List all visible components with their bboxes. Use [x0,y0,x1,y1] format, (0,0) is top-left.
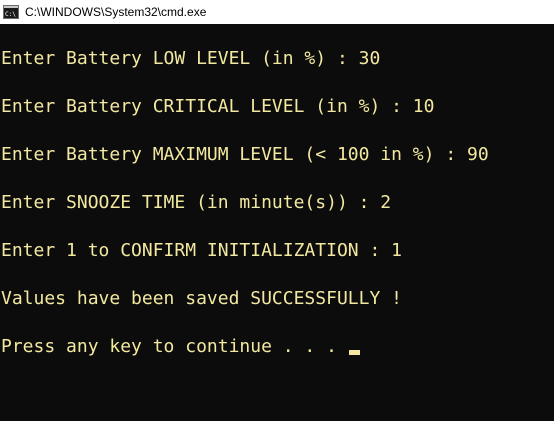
console-output[interactable]: Enter Battery LOW LEVEL (in %) : 30 Ente… [0,24,554,421]
title-bar[interactable]: C:\ C:\WINDOWS\System32\cmd.exe [0,0,554,24]
prompt-text: Press any key to continue . . . [1,336,348,357]
cmd-console-icon: C:\ [3,5,19,19]
console-line-prompt: Press any key to continue . . . [1,336,360,358]
console-line-low-level: Enter Battery LOW LEVEL (in %) : 30 [1,48,381,69]
console-line-critical-level: Enter Battery CRITICAL LEVEL (in %) : 10 [1,96,435,117]
window-title: C:\WINDOWS\System32\cmd.exe [25,5,207,19]
cmd-window: C:\ C:\WINDOWS\System32\cmd.exe Enter Ba… [0,0,554,421]
console-line-snooze-time: Enter SNOOZE TIME (in minute(s)) : 2 [1,192,392,213]
svg-text:C:\: C:\ [5,11,16,18]
text-cursor [348,350,360,355]
console-line-confirm-init: Enter 1 to CONFIRM INITIALIZATION : 1 [1,240,402,261]
console-line-saved-message: Values have been saved SUCCESSFULLY ! [1,288,402,309]
console-line-maximum-level: Enter Battery MAXIMUM LEVEL (< 100 in %)… [1,144,489,165]
